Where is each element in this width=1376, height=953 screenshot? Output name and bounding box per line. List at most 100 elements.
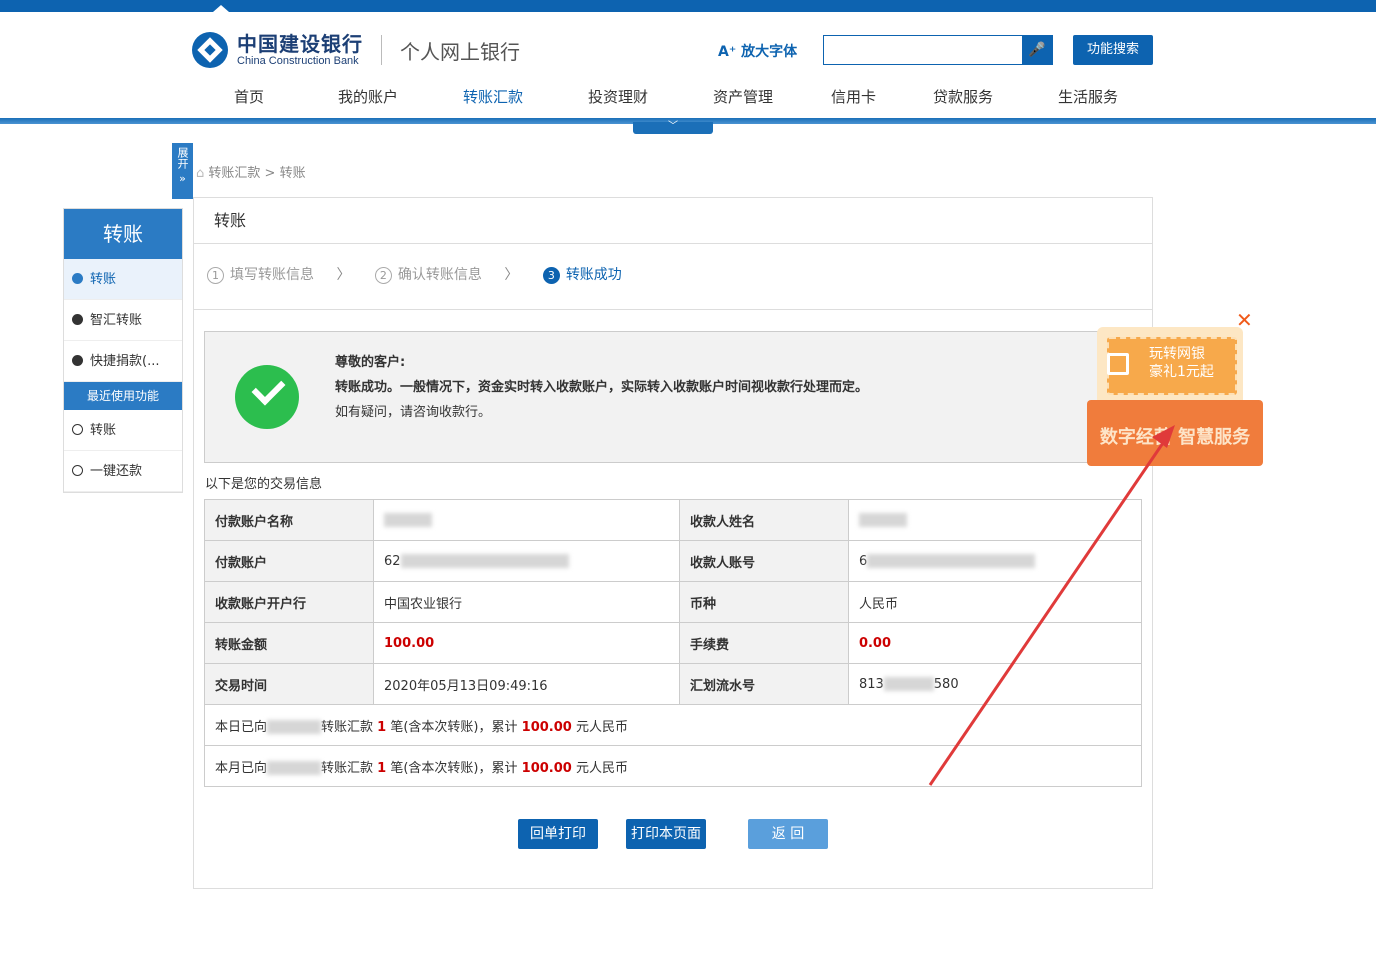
nav-life-service[interactable]: 生活服务 [1058, 86, 1118, 107]
table-value: 6 [847, 540, 1143, 582]
nav-asset-management[interactable]: 资产管理 [713, 86, 773, 107]
sidebar-item-smart-transfer[interactable]: 智汇转账 [64, 300, 182, 341]
masked-value [867, 554, 1036, 568]
table-value [847, 499, 1143, 541]
bank-logo[interactable]: 中国建设银行 China Construction Bank 个人网上银行 [192, 32, 520, 68]
top-bar-notch [213, 5, 229, 12]
sidebar-item-label: 智汇转账 [90, 313, 143, 328]
chevron-down-icon[interactable]: ﹀ [633, 122, 713, 134]
print-receipt-button[interactable]: 回单打印 [518, 819, 598, 849]
table-row: 交易时间 2020年05月13日09:49:16 汇划流水号 813 580 [204, 663, 1143, 705]
page-title: 转账 [194, 198, 1152, 244]
function-search-button[interactable]: 功能搜索 [1073, 35, 1153, 65]
table-value: 813 580 [847, 663, 1143, 705]
masked-value [883, 677, 934, 691]
home-icon[interactable]: ⌂ [196, 166, 204, 181]
step-label: 确认转账信息 [397, 267, 482, 283]
print-page-button[interactable]: 打印本页面 [626, 819, 706, 849]
portal-name: 个人网上银行 [400, 39, 520, 64]
nav-investment[interactable]: 投资理财 [588, 86, 648, 107]
table-key: 交易时间 [204, 663, 374, 705]
divider [194, 309, 1152, 310]
step-1: 1 填写转账信息 [207, 264, 314, 284]
step-3: 3 转账成功 [542, 264, 622, 284]
sidebar-item-quick-donation[interactable]: 快捷捐款(... [64, 341, 182, 382]
top-bar [0, 0, 1376, 12]
bank-name-en: China Construction Bank [237, 55, 359, 67]
bank-name-cn: 中国建设银行 [237, 32, 363, 56]
table-value: 人民币 [847, 581, 1143, 623]
close-icon[interactable]: ✕ [1236, 308, 1253, 332]
enlarge-font-button[interactable]: A⁺ 放大字体 [718, 41, 797, 61]
clock-icon [72, 465, 83, 476]
greeting: 尊敬的客户: [335, 355, 406, 370]
masked-value [267, 761, 322, 775]
nav-home[interactable]: 首页 [234, 86, 264, 107]
breadcrumb-text[interactable]: 转账汇款 > 转账 [208, 166, 305, 181]
logo-divider [381, 35, 382, 65]
recent-item-label: 一键还款 [90, 464, 143, 479]
step-label: 填写转账信息 [230, 267, 314, 283]
breadcrumb: ⌂ 转账汇款 > 转账 [196, 162, 306, 181]
masked-value [858, 513, 907, 527]
sidebar-title: 转账 [64, 209, 182, 259]
contact-text: 如有疑问，请咨询收款行。 [335, 405, 492, 420]
sidebar: 转账 转账 智汇转账 快捷捐款(... 最近使用功能 转账 一键还款 [63, 208, 183, 493]
step-number: 1 [207, 267, 224, 284]
table-key: 付款账户 [204, 540, 374, 582]
recent-item-transfer[interactable]: 转账 [64, 410, 182, 451]
table-key: 付款账户名称 [204, 499, 374, 541]
step-number: 2 [374, 267, 392, 284]
play-circle-icon [72, 314, 83, 325]
microphone-icon[interactable]: 🎤 [1022, 36, 1052, 64]
nav-credit-card[interactable]: 信用卡 [831, 86, 876, 107]
promo-popup[interactable]: 玩转网银 豪礼1元起 数字经营 智慧服务 ✕ [1087, 305, 1263, 466]
table-row: 本月已向 转账汇款 1 笔(含本次转账)，累计 100.00 元人民币 [204, 745, 1142, 787]
table-row: 付款账户名称 收款人姓名 [204, 499, 1143, 541]
play-circle-icon [72, 355, 83, 366]
table-row: 收款账户开户行 中国农业银行 币种 人民币 [204, 581, 1143, 623]
clock-icon [72, 424, 83, 435]
table-row: 付款账户 62 收款人账号 6 [204, 540, 1143, 582]
table-key: 汇划流水号 [678, 663, 849, 705]
expand-label: 展开 [176, 147, 189, 169]
step-number: 3 [542, 267, 560, 284]
step-label: 转账成功 [565, 267, 622, 283]
table-row: 本日已向 转账汇款 1 笔(含本次转账)，累计 100.00 元人民币 [204, 704, 1142, 746]
expand-sidebar-button[interactable]: 展开» [172, 143, 193, 199]
progress-steps: 1 填写转账信息 〉 2 确认转账信息 〉 3 转账成功 [207, 264, 640, 284]
recent-item-label: 转账 [90, 423, 117, 438]
table-value: 2020年05月13日09:49:16 [373, 663, 680, 705]
fee-amount: 0.00 [847, 622, 1143, 664]
nav-transfer[interactable]: 转账汇款 [463, 86, 523, 107]
nav-my-account[interactable]: 我的账户 [338, 86, 398, 107]
success-message-box: 尊敬的客户: 转账成功。一般情况下，资金实时转入收款账户，实际转入收款账户时间视… [204, 331, 1142, 463]
sidebar-item-label: 转账 [90, 272, 117, 287]
promo-banner[interactable]: 数字经营 智慧服务 [1087, 400, 1263, 466]
transaction-info-label: 以下是您的交易信息 [205, 477, 323, 492]
gift-icon [1107, 353, 1129, 375]
table-key: 收款人账号 [678, 540, 849, 582]
promo-line2: 豪礼1元起 [1149, 364, 1214, 380]
summary-month: 本月已向 转账汇款 1 笔(含本次转账)，累计 100.00 元人民币 [204, 745, 1142, 787]
chevron-right-icon: 〉 [336, 267, 351, 283]
nav-loan-service[interactable]: 贷款服务 [933, 86, 993, 107]
table-value: 62 [373, 540, 680, 582]
summary-day: 本日已向 转账汇款 1 笔(含本次转账)，累计 100.00 元人民币 [204, 704, 1142, 746]
table-value: 中国农业银行 [373, 581, 680, 623]
main-panel: 转账 1 填写转账信息 〉 2 确认转账信息 〉 3 转账成功 尊敬的客户: 转账成功… [193, 197, 1153, 889]
sidebar-item-transfer[interactable]: 转账 [64, 259, 182, 300]
back-button[interactable]: 返 回 [748, 819, 828, 849]
success-text: 转账成功。一般情况下，资金实时转入收款账户，实际转入收款账户时间视收款行处理而定… [335, 380, 869, 395]
chevron-right-icon: 〉 [504, 267, 519, 283]
table-key: 收款人姓名 [678, 499, 849, 541]
play-circle-icon [72, 273, 83, 284]
step-2: 2 确认转账信息 [374, 264, 482, 284]
recent-item-repay[interactable]: 一键还款 [64, 451, 182, 492]
masked-value [267, 720, 322, 734]
table-key: 手续费 [678, 622, 849, 664]
table-key: 转账金额 [204, 622, 374, 664]
table-row: 转账金额 100.00 手续费 0.00 [204, 622, 1143, 664]
table-key: 收款账户开户行 [204, 581, 374, 623]
function-search-input[interactable]: 🎤 [823, 35, 1053, 65]
